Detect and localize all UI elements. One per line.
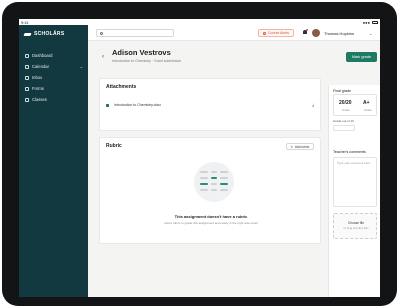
illustration-line [220,189,228,191]
sidebar-item-label: Calendar [32,64,49,69]
attachment-name[interactable]: Introduction to Chemistry.docx [114,103,161,107]
drag-drop-hint: Or drag and drop files [343,227,369,230]
illustration-line [211,189,217,191]
illustration-line [211,183,217,185]
letter-caption: Grade [364,108,372,112]
sidebar-item-label: Classes [32,97,47,102]
back-button[interactable]: ‹ [102,54,104,60]
grading-panel: Final grade 20/20 Grade A+ Grade Grade o… [328,85,380,297]
illustration-line [200,189,208,191]
course-alerts-label: Course Alerts [267,31,289,35]
tablet-frame: 9:41 ●●● SCHOLÄRS Dashboard Calendar ⌄ I… [2,2,397,306]
empty-rubric-illustration [194,162,234,202]
attachments-card: Attachments Introduction to Chemistry.do… [99,78,321,131]
bell-icon[interactable] [302,29,308,35]
attachment-row[interactable]: Introduction to Chemistry.docx ⤓ [106,101,316,109]
chevron-down-icon[interactable]: ⌄ [80,64,83,69]
calendar-icon [25,64,29,69]
search-input[interactable] [96,29,174,37]
add-rubric-button[interactable]: ✎ Add rubric [286,143,314,150]
rubric-card: Rubric ✎ Add rubric This assignment does… [99,137,321,244]
sidebar-item-classes[interactable]: Classes [23,94,85,105]
sidebar-item-label: Dashboard [32,53,53,58]
sidebar-item-forms[interactable]: Forms [23,83,85,94]
grade-summary: 20/20 Grade A+ Grade [333,94,377,116]
screen: 9:41 ●●● SCHOLÄRS Dashboard Calendar ⌄ I… [19,19,380,297]
choose-file-label[interactable]: Choose file [334,221,378,225]
comment-field[interactable]: Type your comment here [333,157,377,207]
illustration-line [211,171,217,173]
home-icon [25,53,29,58]
classes-icon [25,97,29,102]
avatar[interactable] [312,29,320,37]
score-caption: Grade [342,108,350,112]
illustration-line [200,177,208,179]
page-subtitle: Introduction to Chemistry · Grant submis… [112,59,182,63]
sidebar-item-dashboard[interactable]: Dashboard [23,50,85,61]
app-logo[interactable]: SCHOLÄRS [24,31,64,37]
inbox-icon [25,75,29,80]
alert-icon [262,31,266,35]
sidebar: SCHOLÄRS Dashboard Calendar ⌄ Inbox Form… [19,25,88,297]
grade-input[interactable] [333,125,355,131]
sidebar-nav: Dashboard Calendar ⌄ Inbox Forms Classes [23,50,85,105]
brand-name: SCHOLÄRS [34,31,65,37]
search-icon [100,31,103,35]
page-title: Adison Vestrovs [112,48,171,57]
add-rubric-label: Add rubric [294,144,310,149]
chevron-down-icon[interactable]: ⌄ [369,31,372,36]
illustration-line [200,183,208,185]
top-header: Course Alerts Thomas Hopkins ⌄ [88,25,380,41]
attachments-title: Attachments [106,84,137,90]
letter-grade: A+ [363,100,370,106]
illustration-line [200,171,208,173]
empty-state-title: This assignment doesn't have a rubric [174,214,248,219]
sidebar-item-calendar[interactable]: Calendar ⌄ [23,61,85,72]
file-icon [106,103,109,107]
comment-placeholder: Type your comment here [337,161,371,165]
battery-icon [372,21,378,24]
sidebar-item-inbox[interactable]: Inbox [23,72,85,83]
illustration-line [220,183,228,185]
final-grade-label: Final grade [333,89,351,93]
illustration-line [220,171,228,173]
forms-icon [25,86,29,91]
grade-out-of-label: Grade out of 10 [333,119,354,123]
sidebar-item-label: Forms [32,86,44,91]
file-drop-zone[interactable]: Choose file Or drag and drop files [333,213,377,239]
rubric-title: Rubric [106,143,122,149]
sidebar-item-label: Inbox [32,75,43,80]
mark-grade-button[interactable]: Mark grade [346,52,377,62]
score-value: 20/20 [339,100,352,106]
comments-label: Teacher's comments [333,150,366,154]
download-icon[interactable]: ⤓ [312,102,314,107]
graduation-cap-icon [24,32,31,37]
pencil-icon: ✎ [290,144,294,149]
illustration-line [220,177,228,179]
course-alerts-button[interactable]: Course Alerts [258,29,294,37]
user-name[interactable]: Thomas Hopkins [324,31,354,36]
illustration-line [211,177,217,179]
empty-state-subtitle: Add a rubric to grade this assignment ac… [164,221,258,225]
